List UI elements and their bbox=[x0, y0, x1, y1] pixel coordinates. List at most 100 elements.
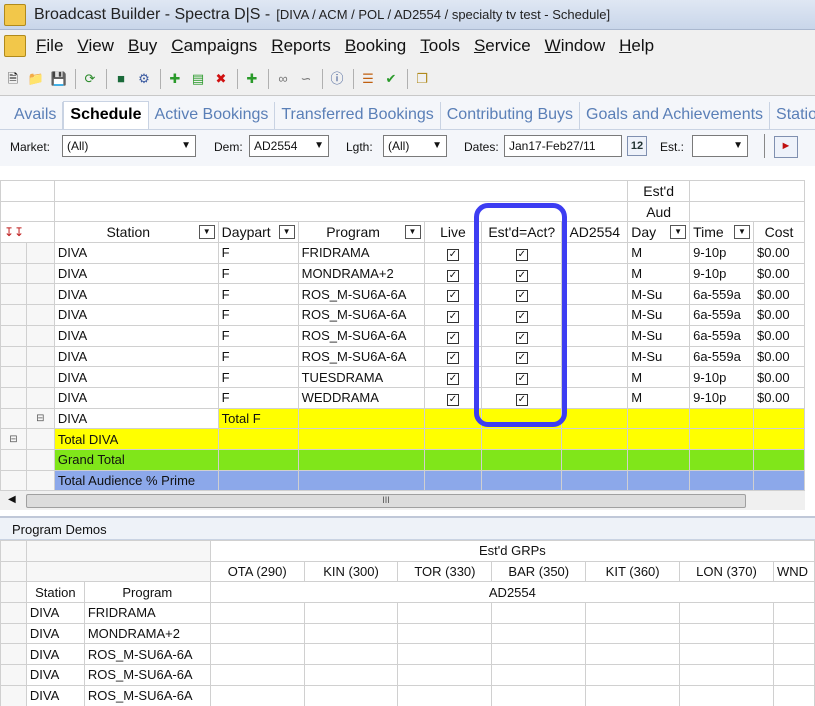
market-select[interactable]: (All) ▼ bbox=[62, 135, 196, 157]
info-icon[interactable]: ⓘ bbox=[328, 70, 346, 88]
table-row[interactable]: DIVA F ROS_M-SU6A-6A ✓ ✓ M-Su 6a-559a $0.00 bbox=[0, 304, 805, 326]
menu-reports[interactable]: Reports bbox=[271, 36, 331, 56]
collapse-icon[interactable]: ⊟ bbox=[25, 407, 55, 430]
audience-prime-row[interactable]: Total Audience % Prime bbox=[0, 469, 805, 492]
table-row[interactable]: DIVA F WEDDRAMA ✓ ✓ M 9-10p $0.00 bbox=[0, 386, 805, 409]
tab-avails[interactable]: Avails bbox=[8, 102, 64, 129]
new-file-icon[interactable]: 🗎 bbox=[4, 70, 22, 88]
live-checkbox[interactable]: ✓ bbox=[446, 310, 459, 323]
table-row[interactable]: DIVA F FRIDRAMA ✓ ✓ M 9-10p $0.00 bbox=[0, 242, 805, 264]
table-row[interactable]: DIVA F ROS_M-SU6A-6A ✓ ✓ M-Su 6a-559a $0.00 bbox=[0, 345, 805, 368]
menu-view[interactable]: View bbox=[77, 36, 114, 56]
menu-tools[interactable]: Tools bbox=[420, 36, 460, 56]
menu-window[interactable]: Window bbox=[545, 36, 605, 56]
subtotal-row[interactable]: ⊟ DIVA Total F bbox=[0, 407, 805, 430]
table-row[interactable]: DIVA F ROS_M-SU6A-6A ✓ ✓ M-Su 6a-559a $0.00 bbox=[0, 283, 805, 306]
calendar-icon[interactable]: 12 bbox=[627, 136, 647, 156]
market-col-kit[interactable]: KIT (360) bbox=[585, 560, 681, 583]
col-cost[interactable]: Cost bbox=[753, 221, 805, 244]
menu-booking[interactable]: Booking bbox=[345, 36, 406, 56]
market-col-bar[interactable]: BAR (350) bbox=[491, 560, 587, 583]
menu-service[interactable]: Service bbox=[474, 36, 531, 56]
estd-act-checkbox[interactable]: ✓ bbox=[515, 373, 528, 386]
scroll-left-icon[interactable]: ◀ bbox=[8, 494, 16, 505]
lgth-select[interactable]: (All) ▼ bbox=[383, 135, 447, 157]
tab-transferred-bookings[interactable]: Transferred Bookings bbox=[275, 102, 441, 129]
clear-filter-icon[interactable]: ► bbox=[774, 136, 798, 158]
market-col-wnd[interactable]: WND bbox=[772, 560, 815, 583]
table-row[interactable]: DIVA F TUESDRAMA ✓ ✓ M 9-10p $0.00 bbox=[0, 366, 805, 388]
tab-contributing-buys[interactable]: Contributing Buys bbox=[441, 102, 581, 129]
est-select[interactable]: ▼ bbox=[692, 135, 748, 157]
estd-act-checkbox[interactable]: ✓ bbox=[515, 331, 528, 344]
table-row[interactable]: DIVA ROS_M-SU6A-6A bbox=[0, 643, 815, 666]
live-checkbox[interactable]: ✓ bbox=[446, 393, 459, 406]
estd-act-checkbox[interactable]: ✓ bbox=[515, 310, 528, 323]
market-col-kin[interactable]: KIN (300) bbox=[303, 560, 399, 583]
estd-act-checkbox[interactable]: ✓ bbox=[515, 352, 528, 365]
demos-col-program[interactable]: Program bbox=[83, 581, 211, 604]
chart-icon[interactable]: ▤ bbox=[189, 70, 207, 88]
horizontal-scrollbar[interactable]: ◀ III bbox=[0, 490, 805, 510]
col-live[interactable]: Live bbox=[423, 221, 483, 244]
unlink-icon[interactable]: ∽ bbox=[297, 70, 315, 88]
col-day[interactable]: Day ▼ bbox=[627, 221, 691, 244]
settings-icon[interactable]: ⚙ bbox=[135, 70, 153, 88]
grand-total-row[interactable]: Grand Total bbox=[0, 448, 805, 471]
menu-campaigns[interactable]: Campaigns bbox=[171, 36, 257, 56]
market-col-ota[interactable]: OTA (290) bbox=[209, 560, 305, 583]
save-icon[interactable]: 💾 bbox=[50, 70, 68, 88]
col-station[interactable]: Station ▼ bbox=[53, 221, 219, 244]
add-row-icon[interactable]: ✚ bbox=[166, 70, 184, 88]
book-icon[interactable]: ■ bbox=[112, 70, 130, 88]
collapse-icon[interactable]: ⊟ bbox=[0, 428, 27, 450]
live-checkbox[interactable]: ✓ bbox=[446, 331, 459, 344]
market-col-lon[interactable]: LON (370) bbox=[679, 560, 774, 583]
table-row[interactable]: DIVA ROS_M-SU6A-6A bbox=[0, 684, 815, 706]
total-diva-row[interactable]: ⊟ Total DIVA bbox=[0, 428, 805, 450]
live-checkbox[interactable]: ✓ bbox=[446, 352, 459, 365]
table-row[interactable]: DIVA MONDRAMA+2 bbox=[0, 622, 815, 645]
estd-act-checkbox[interactable]: ✓ bbox=[515, 290, 528, 303]
demos-col-station[interactable]: Station bbox=[25, 581, 85, 604]
copy-icon[interactable]: ❐ bbox=[413, 70, 431, 88]
live-checkbox[interactable]: ✓ bbox=[446, 373, 459, 386]
menu-buy[interactable]: Buy bbox=[128, 36, 157, 56]
filter-dropdown-icon[interactable]: ▼ bbox=[404, 225, 421, 240]
col-time[interactable]: Time ▼ bbox=[689, 221, 755, 244]
list-icon[interactable]: ☰ bbox=[359, 70, 377, 88]
estd-act-checkbox[interactable]: ✓ bbox=[515, 248, 528, 261]
live-checkbox[interactable]: ✓ bbox=[446, 269, 459, 282]
estd-act-checkbox[interactable]: ✓ bbox=[515, 269, 528, 282]
live-checkbox[interactable]: ✓ bbox=[446, 290, 459, 303]
table-row[interactable]: DIVA ROS_M-SU6A-6A bbox=[0, 664, 815, 686]
add-spot-icon[interactable]: ✚ bbox=[243, 70, 261, 88]
tab-schedule[interactable]: Schedule bbox=[63, 101, 149, 129]
table-row[interactable]: DIVA F MONDRAMA+2 ✓ ✓ M 9-10p $0.00 bbox=[0, 262, 805, 285]
live-checkbox[interactable]: ✓ bbox=[446, 248, 459, 261]
filter-dropdown-icon[interactable]: ▼ bbox=[734, 225, 751, 240]
tab-station[interactable]: Station bbox=[770, 102, 815, 129]
col-program[interactable]: Program ▼ bbox=[297, 221, 425, 244]
market-col-tor[interactable]: TOR (330) bbox=[397, 560, 493, 583]
col-daypart[interactable]: Daypart ▼ bbox=[217, 221, 299, 244]
table-row[interactable]: DIVA F ROS_M-SU6A-6A ✓ ✓ M-Su 6a-559a $0.00 bbox=[0, 324, 805, 347]
refresh-icon[interactable]: ⟳ bbox=[81, 70, 99, 88]
filter-dropdown-icon[interactable]: ▼ bbox=[198, 225, 215, 240]
filter-dropdown-icon[interactable]: ▼ bbox=[670, 225, 687, 240]
col-estd-act[interactable]: Est'd=Act? bbox=[481, 221, 563, 244]
tab-active-bookings[interactable]: Active Bookings bbox=[149, 102, 276, 129]
tab-goals-achievements[interactable]: Goals and Achievements bbox=[580, 102, 771, 129]
link-icon[interactable]: ∞ bbox=[274, 70, 292, 88]
dates-input[interactable]: Jan17-Feb27/11 bbox=[504, 135, 622, 157]
scroll-thumb[interactable]: III bbox=[26, 494, 746, 508]
col-aud-ad2554[interactable]: AD2554 bbox=[561, 221, 629, 244]
open-folder-icon[interactable]: 📁 bbox=[27, 70, 45, 88]
approve-check-icon[interactable]: ✔ bbox=[382, 70, 400, 88]
menu-file[interactable]: File bbox=[36, 36, 63, 56]
estd-act-checkbox[interactable]: ✓ bbox=[515, 393, 528, 406]
app-menu-icon[interactable] bbox=[4, 35, 26, 57]
dem-select[interactable]: AD2554 ▼ bbox=[249, 135, 329, 157]
expand-collapse-icon[interactable]: ↧↧ bbox=[0, 221, 55, 244]
filter-dropdown-icon[interactable]: ▼ bbox=[278, 225, 295, 240]
